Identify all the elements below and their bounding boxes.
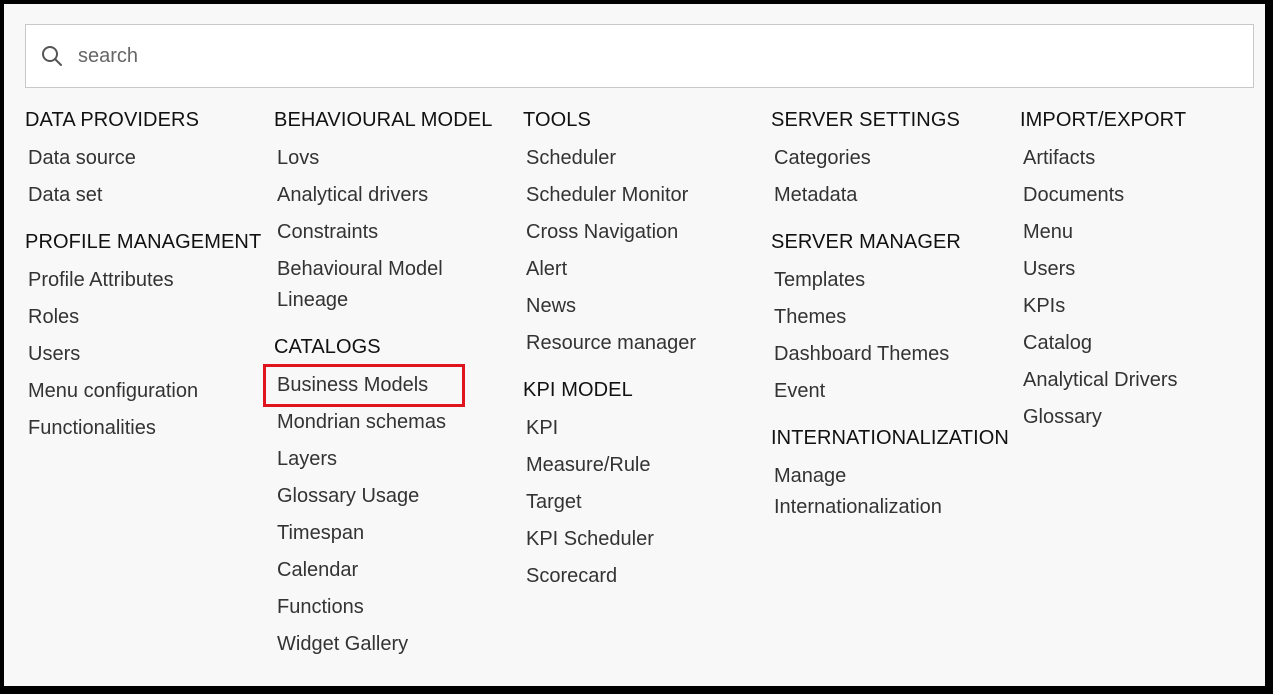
menu-item-business-models[interactable]: Business Models [263, 364, 465, 407]
menu-item-functionalities[interactable]: Functionalities [25, 410, 270, 447]
section-behavioural-model: BEHAVIOURAL MODEL Lovs Analytical driver… [274, 108, 494, 319]
section-heading: TOOLS [523, 109, 591, 131]
search-box[interactable] [25, 24, 1254, 88]
menu-item-measure-rule[interactable]: Measure/Rule [523, 447, 768, 484]
menu-item-timespan[interactable]: Timespan [274, 515, 494, 552]
menu-item-analytical-drivers[interactable]: Analytical Drivers [1020, 362, 1250, 399]
menu-item-users[interactable]: Users [25, 336, 270, 373]
menu-item-manage-internationalization[interactable]: Manage Internationalization [771, 458, 971, 526]
menu-item-functions[interactable]: Functions [274, 589, 494, 626]
section-catalogs: CATALOGS Business Models Mondrian schema… [263, 335, 494, 663]
section-server-manager: SERVER MANAGER Templates Themes Dashboar… [771, 230, 1016, 410]
menu-column-3: TOOLS Scheduler Scheduler Monitor Cross … [523, 108, 768, 611]
section-heading: SERVER MANAGER [771, 231, 961, 253]
menu-item-event[interactable]: Event [771, 373, 1016, 410]
menu-item-analytical-drivers[interactable]: Analytical drivers [274, 177, 494, 214]
menu-item-layers[interactable]: Layers [274, 441, 494, 478]
menu-item-lovs[interactable]: Lovs [274, 140, 494, 177]
menu-column-1: DATA PROVIDERS Data source Data set PROF… [25, 108, 270, 463]
menu-item-behavioural-model-lineage[interactable]: Behavioural Model Lineage [274, 251, 474, 319]
menu-item-kpi[interactable]: KPI [523, 410, 768, 447]
section-profile-management: PROFILE MANAGEMENT Profile Attributes Ro… [25, 230, 270, 447]
section-data-providers: DATA PROVIDERS Data source Data set [25, 108, 270, 214]
menu-item-glossary-usage[interactable]: Glossary Usage [274, 478, 494, 515]
menu-item-data-source[interactable]: Data source [25, 140, 270, 177]
menu-item-data-set[interactable]: Data set [25, 177, 270, 214]
menu-item-categories[interactable]: Categories [771, 140, 1016, 177]
menu-item-kpi-scheduler[interactable]: KPI Scheduler [523, 521, 768, 558]
section-heading: IMPORT/EXPORT [1020, 109, 1187, 131]
section-heading: DATA PROVIDERS [25, 109, 200, 131]
menu-item-templates[interactable]: Templates [771, 262, 1016, 299]
menu-item-mondrian-schemas[interactable]: Mondrian schemas [274, 404, 494, 441]
section-heading: KPI MODEL [523, 379, 633, 401]
section-heading: INTERNATIONALIZATION [771, 427, 1009, 449]
menu-item-target[interactable]: Target [523, 484, 768, 521]
menu-item-alert[interactable]: Alert [523, 251, 768, 288]
menu-item-documents[interactable]: Documents [1020, 177, 1250, 214]
section-heading: PROFILE MANAGEMENT [25, 231, 262, 253]
menu-item-dashboard-themes[interactable]: Dashboard Themes [771, 336, 1016, 373]
section-internationalization: INTERNATIONALIZATION Manage Internationa… [771, 426, 1016, 526]
section-heading: SERVER SETTINGS [771, 109, 960, 131]
search-icon [40, 44, 64, 68]
menu-item-resource-manager[interactable]: Resource manager [523, 325, 768, 362]
menu-item-profile-attributes[interactable]: Profile Attributes [25, 262, 270, 299]
menu-item-scheduler-monitor[interactable]: Scheduler Monitor [523, 177, 768, 214]
menu-item-news[interactable]: News [523, 288, 768, 325]
section-kpi-model: KPI MODEL KPI Measure/Rule Target KPI Sc… [523, 378, 768, 595]
menu-item-constraints[interactable]: Constraints [274, 214, 494, 251]
section-tools: TOOLS Scheduler Scheduler Monitor Cross … [523, 108, 768, 362]
menu-item-catalog[interactable]: Catalog [1020, 325, 1250, 362]
menu-item-menu-configuration[interactable]: Menu configuration [25, 373, 270, 410]
admin-menu-panel: DATA PROVIDERS Data source Data set PROF… [4, 4, 1265, 686]
menu-item-artifacts[interactable]: Artifacts [1020, 140, 1250, 177]
menu-column-5: IMPORT/EXPORT Artifacts Documents Menu U… [1020, 108, 1250, 452]
menu-item-metadata[interactable]: Metadata [771, 177, 1016, 214]
section-heading: CATALOGS [274, 336, 381, 358]
menu-column-2: BEHAVIOURAL MODEL Lovs Analytical driver… [263, 108, 494, 679]
menu-item-kpis[interactable]: KPIs [1020, 288, 1250, 325]
menu-column-4: SERVER SETTINGS Categories Metadata SERV… [771, 108, 1016, 542]
menu-item-users[interactable]: Users [1020, 251, 1250, 288]
menu-item-roles[interactable]: Roles [25, 299, 270, 336]
search-input[interactable] [78, 39, 1228, 73]
section-import-export: IMPORT/EXPORT Artifacts Documents Menu U… [1020, 108, 1250, 436]
menu-item-scheduler[interactable]: Scheduler [523, 140, 768, 177]
menu-item-scorecard[interactable]: Scorecard [523, 558, 768, 595]
menu-item-menu[interactable]: Menu [1020, 214, 1250, 251]
section-server-settings: SERVER SETTINGS Categories Metadata [771, 108, 1016, 214]
menu-item-glossary[interactable]: Glossary [1020, 399, 1250, 436]
menu-item-widget-gallery[interactable]: Widget Gallery [274, 626, 494, 663]
menu-item-cross-navigation[interactable]: Cross Navigation [523, 214, 768, 251]
menu-item-themes[interactable]: Themes [771, 299, 1016, 336]
menu-item-calendar[interactable]: Calendar [274, 552, 494, 589]
section-heading: BEHAVIOURAL MODEL [274, 109, 493, 131]
